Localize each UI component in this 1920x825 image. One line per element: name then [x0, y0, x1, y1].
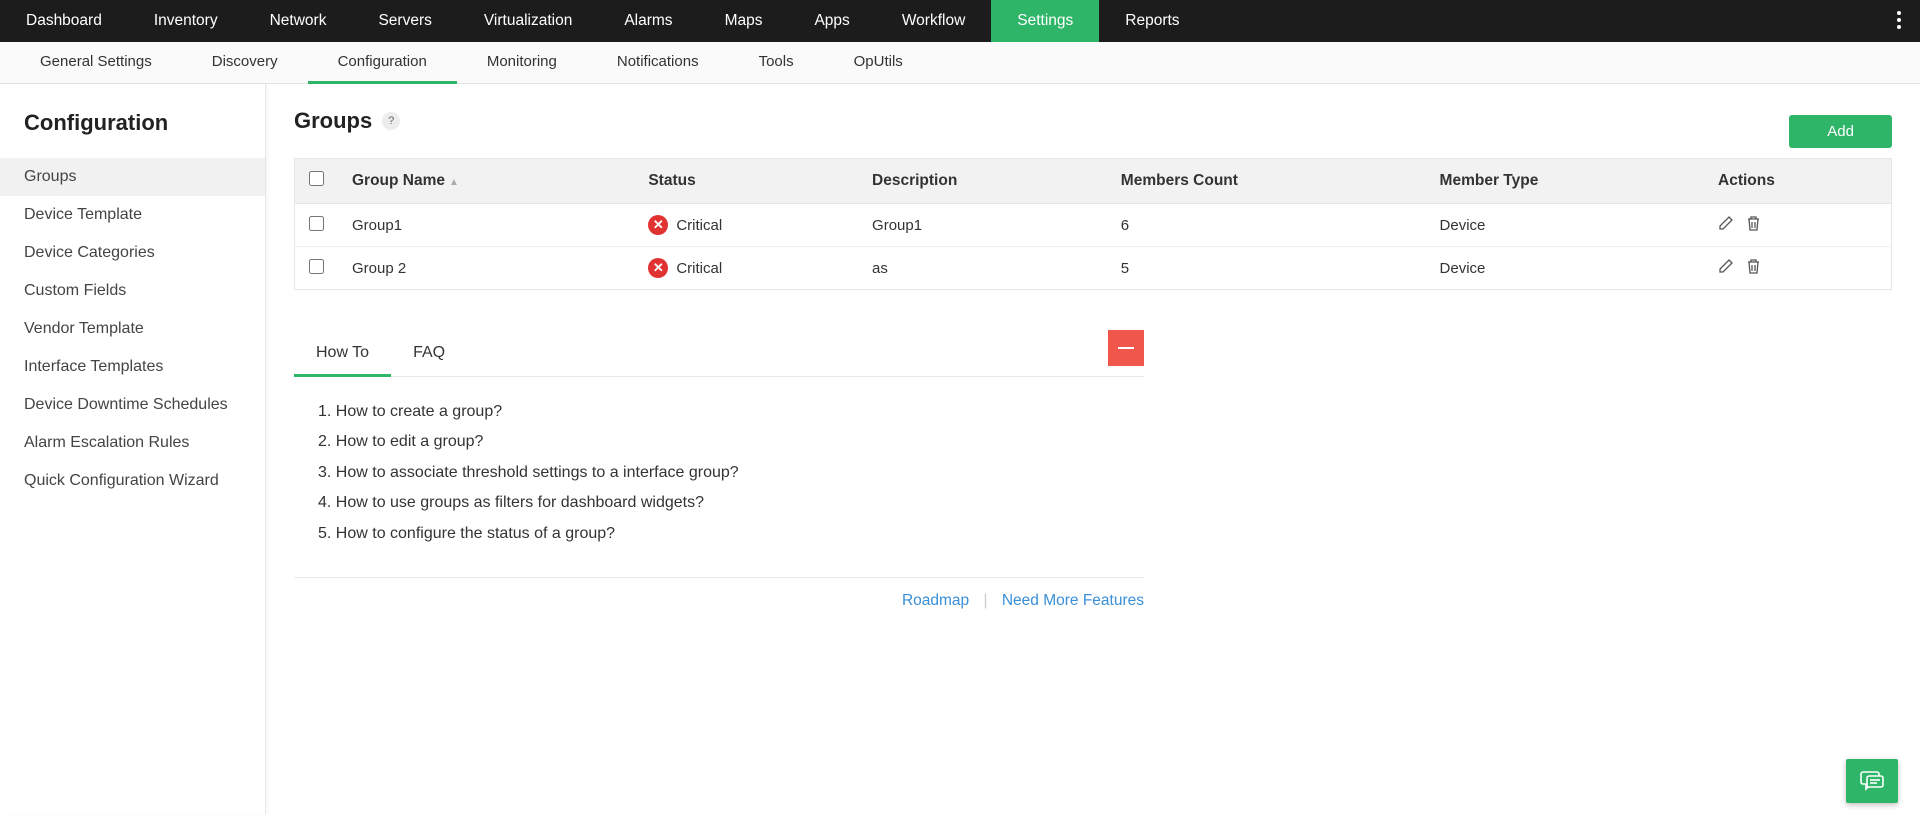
chat-button[interactable]: [1846, 759, 1898, 803]
howto-item[interactable]: 1. How to create a group?: [318, 397, 1128, 427]
delete-icon[interactable]: [1746, 218, 1773, 235]
cell-member-type: Device: [1426, 247, 1704, 290]
sidebar-item-device-template[interactable]: Device Template: [0, 196, 265, 234]
groups-table: Group Name▲ Status Description Members C…: [294, 158, 1892, 290]
cell-members-count: 6: [1107, 204, 1426, 247]
howto-minimize-button[interactable]: [1108, 330, 1144, 366]
chat-icon: [1859, 769, 1885, 793]
sidebar-item-alarm-escalation-rules[interactable]: Alarm Escalation Rules: [0, 424, 265, 462]
main-content: Groups ? Add Group Name▲ Status Descript…: [266, 84, 1920, 814]
sidebar-item-device-downtime-schedules[interactable]: Device Downtime Schedules: [0, 386, 265, 424]
select-all-checkbox[interactable]: [309, 171, 324, 186]
subnav-item-discovery[interactable]: Discovery: [182, 42, 308, 84]
howto-item[interactable]: 4. How to use groups as filters for dash…: [318, 488, 1128, 518]
topnav-item-settings[interactable]: Settings: [991, 0, 1099, 42]
col-members-count[interactable]: Members Count: [1107, 159, 1426, 204]
cell-status: ✕Critical: [648, 258, 844, 278]
help-icon[interactable]: ?: [382, 112, 400, 130]
cell-members-count: 5: [1107, 247, 1426, 290]
col-description[interactable]: Description: [858, 159, 1107, 204]
sub-nav: General SettingsDiscoveryConfigurationMo…: [0, 42, 1920, 84]
col-actions: Actions: [1704, 159, 1892, 204]
subnav-item-monitoring[interactable]: Monitoring: [457, 42, 587, 84]
howto-panel: How ToFAQ 1. How to create a group?2. Ho…: [294, 334, 1144, 578]
howto-item[interactable]: 3. How to associate threshold settings t…: [318, 458, 1128, 488]
subnav-item-configuration[interactable]: Configuration: [308, 42, 457, 84]
sidebar-title: Configuration: [0, 104, 265, 158]
sort-indicator-icon: ▲: [449, 177, 459, 188]
critical-icon: ✕: [648, 258, 668, 278]
edit-icon[interactable]: [1718, 261, 1746, 278]
howto-item[interactable]: 5. How to configure the status of a grou…: [318, 519, 1128, 549]
topnav-item-workflow[interactable]: Workflow: [876, 0, 991, 42]
row-checkbox[interactable]: [309, 259, 324, 274]
col-group-name[interactable]: Group Name▲: [338, 159, 634, 204]
sidebar-item-quick-configuration-wizard[interactable]: Quick Configuration Wizard: [0, 462, 265, 500]
topnav-item-servers[interactable]: Servers: [352, 0, 457, 42]
more-menu-icon[interactable]: [1890, 5, 1908, 35]
topnav-item-maps[interactable]: Maps: [699, 0, 789, 42]
delete-icon[interactable]: [1746, 261, 1773, 278]
subnav-item-notifications[interactable]: Notifications: [587, 42, 729, 84]
sidebar-item-groups[interactable]: Groups: [0, 158, 265, 196]
col-member-type[interactable]: Member Type: [1426, 159, 1704, 204]
top-nav: DashboardInventoryNetworkServersVirtuali…: [0, 0, 1920, 42]
cell-member-type: Device: [1426, 204, 1704, 247]
sidebar-item-device-categories[interactable]: Device Categories: [0, 234, 265, 272]
topnav-item-network[interactable]: Network: [244, 0, 353, 42]
howto-tab-how-to[interactable]: How To: [294, 334, 391, 377]
col-status[interactable]: Status: [634, 159, 858, 204]
howto-tab-faq[interactable]: FAQ: [391, 334, 467, 377]
topnav-item-apps[interactable]: Apps: [788, 0, 875, 42]
cell-group-name[interactable]: Group 2: [338, 247, 634, 290]
critical-icon: ✕: [648, 215, 668, 235]
need-more-features-link[interactable]: Need More Features: [1002, 592, 1144, 609]
add-button[interactable]: Add: [1789, 115, 1892, 148]
subnav-item-oputils[interactable]: OpUtils: [824, 42, 933, 84]
sidebar-item-custom-fields[interactable]: Custom Fields: [0, 272, 265, 310]
cell-group-name[interactable]: Group1: [338, 204, 634, 247]
table-row: Group 2 ✕Critical as5Device: [295, 247, 1892, 290]
topnav-item-dashboard[interactable]: Dashboard: [0, 0, 128, 42]
topnav-item-inventory[interactable]: Inventory: [128, 0, 244, 42]
topnav-item-virtualization[interactable]: Virtualization: [458, 0, 598, 42]
subnav-item-general-settings[interactable]: General Settings: [10, 42, 182, 84]
row-checkbox[interactable]: [309, 216, 324, 231]
sidebar-item-interface-templates[interactable]: Interface Templates: [0, 348, 265, 386]
cell-description: Group1: [858, 204, 1107, 247]
sidebar-item-vendor-template[interactable]: Vendor Template: [0, 310, 265, 348]
footer-links: Roadmap | Need More Features: [294, 592, 1144, 610]
cell-description: as: [858, 247, 1107, 290]
table-row: Group1✕CriticalGroup16Device: [295, 204, 1892, 247]
page-title: Groups: [294, 108, 372, 134]
cell-status: ✕Critical: [648, 215, 844, 235]
roadmap-link[interactable]: Roadmap: [902, 592, 969, 609]
sidebar: Configuration GroupsDevice TemplateDevic…: [0, 84, 266, 814]
howto-item[interactable]: 2. How to edit a group?: [318, 427, 1128, 457]
edit-icon[interactable]: [1718, 218, 1746, 235]
subnav-item-tools[interactable]: Tools: [729, 42, 824, 84]
topnav-item-alarms[interactable]: Alarms: [598, 0, 698, 42]
topnav-item-reports[interactable]: Reports: [1099, 0, 1205, 42]
howto-tabs: How ToFAQ: [294, 334, 1144, 377]
minus-icon: [1118, 347, 1134, 349]
